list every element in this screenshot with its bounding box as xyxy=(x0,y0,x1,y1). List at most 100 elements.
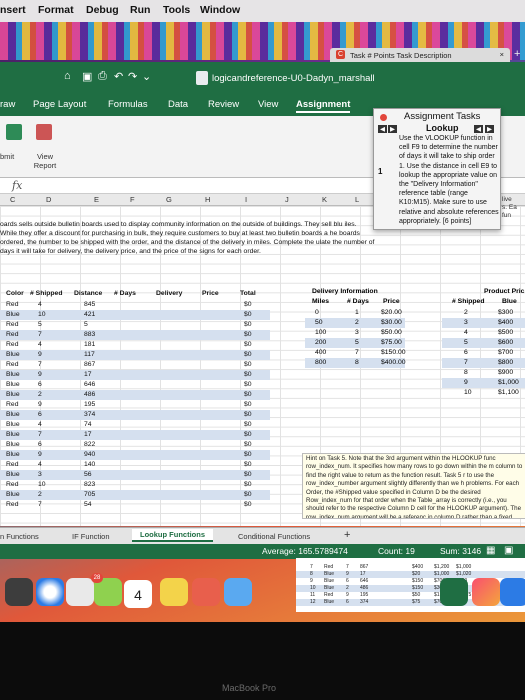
column-header[interactable]: E xyxy=(94,195,99,204)
table-cell[interactable]: 10 xyxy=(38,311,46,318)
table-cell[interactable]: $0 xyxy=(244,321,252,328)
table-cell[interactable]: 140 xyxy=(84,461,95,468)
table-cell[interactable]: $800 xyxy=(498,359,513,366)
table-cell[interactable]: Blue xyxy=(6,491,20,498)
table-row[interactable]: Blue 10 421 $0 xyxy=(0,310,270,320)
hint-text-box[interactable]: Hint on Task 5. Note that the 3rd argume… xyxy=(302,453,525,519)
table-cell[interactable]: 705 xyxy=(84,491,95,498)
table-cell[interactable]: 5 xyxy=(84,321,88,328)
table-cell[interactable]: 2 xyxy=(38,391,42,398)
table-cell[interactable]: 6 xyxy=(38,441,42,448)
table-cell[interactable]: 9 xyxy=(38,371,42,378)
customize-toolbar-icon[interactable]: ⌄ xyxy=(142,70,151,83)
table-cell[interactable]: Blue xyxy=(6,371,20,378)
view-report-button[interactable]: View Report xyxy=(30,152,60,170)
table-cell[interactable]: 845 xyxy=(84,301,95,308)
table-cell[interactable]: 17 xyxy=(84,371,92,378)
table-cell[interactable]: 10 xyxy=(38,481,46,488)
table-cell[interactable]: 6 xyxy=(38,411,42,418)
table-cell[interactable]: 8 xyxy=(464,369,468,376)
table-row[interactable]: 5 $600 xyxy=(442,338,525,348)
table-cell[interactable]: $1,000 xyxy=(498,379,519,386)
menu-tools[interactable]: Tools xyxy=(163,4,190,16)
sheet-tab-functions[interactable]: n Functions xyxy=(0,532,39,541)
table-row[interactable]: Blue 9 117 $0 xyxy=(0,350,270,360)
table-cell[interactable]: 421 xyxy=(84,311,95,318)
function-icon[interactable]: fx xyxy=(12,179,22,192)
redo-icon[interactable]: ↷ xyxy=(128,70,137,83)
mail-icon[interactable] xyxy=(224,578,252,606)
table-cell[interactable]: Red xyxy=(6,361,18,368)
calendar-icon[interactable]: 4 xyxy=(124,580,152,608)
table-cell[interactable]: $0 xyxy=(244,501,252,508)
tab-page-layout[interactable]: Page Layout xyxy=(33,99,86,110)
table-cell[interactable]: 823 xyxy=(84,481,95,488)
column-header[interactable]: L xyxy=(355,195,359,204)
table-row[interactable]: 400 7 $150.00 xyxy=(305,348,406,358)
table-cell[interactable]: $0 xyxy=(244,481,252,488)
new-tab-button[interactable]: + xyxy=(514,48,520,60)
table-row[interactable]: Red 9 195 $0 xyxy=(0,400,270,410)
table-cell[interactable]: $0 xyxy=(244,471,252,478)
table-cell[interactable]: $0 xyxy=(244,361,252,368)
table-cell[interactable]: 4 xyxy=(38,301,42,308)
tab-view[interactable]: View xyxy=(258,99,278,110)
sheet-tab-conditional-functions[interactable]: Conditional Functions xyxy=(238,532,310,541)
table-cell[interactable]: 54 xyxy=(84,501,92,508)
sheet-tab-lookup-functions[interactable]: Lookup Functions xyxy=(132,529,213,542)
table-row[interactable]: Blue 7 17 $0 xyxy=(0,430,270,440)
table-row[interactable]: Blue 6 822 $0 xyxy=(0,440,270,450)
table-row[interactable]: Blue 6 646 $0 xyxy=(0,380,270,390)
table-row[interactable]: Blue 9 940 $0 xyxy=(0,450,270,460)
table-cell[interactable]: Blue xyxy=(6,441,20,448)
table-cell[interactable]: $0 xyxy=(244,451,252,458)
table-cell[interactable]: Blue xyxy=(6,451,20,458)
table-cell[interactable]: 4 xyxy=(38,461,42,468)
table-cell[interactable]: $50.00 xyxy=(381,329,402,336)
table-cell[interactable]: 9 xyxy=(464,379,468,386)
notes-icon[interactable] xyxy=(160,578,188,606)
table-row[interactable]: 4 $500 xyxy=(442,328,525,338)
tab-review[interactable]: Review xyxy=(208,99,239,110)
column-header[interactable]: K xyxy=(322,195,327,204)
page-layout-view-icon[interactable]: ▣ xyxy=(504,545,513,556)
table-cell[interactable]: 7 xyxy=(38,331,42,338)
siri-icon[interactable] xyxy=(5,578,33,606)
table-cell[interactable]: 646 xyxy=(84,381,95,388)
table-row[interactable]: Red 4 181 $0 xyxy=(0,340,270,350)
next-task-button[interactable]: ▶ xyxy=(388,125,397,133)
table-cell[interactable]: 4 xyxy=(464,329,468,336)
table-cell[interactable]: 117 xyxy=(84,351,95,358)
table-cell[interactable]: $0 xyxy=(244,461,252,468)
table-cell[interactable]: $20.00 xyxy=(381,309,402,316)
table-cell[interactable]: $0 xyxy=(244,351,252,358)
tab-assignment[interactable]: Assignment xyxy=(296,99,351,113)
submit-icon[interactable] xyxy=(6,124,22,140)
tab-formulas[interactable]: Formulas xyxy=(108,99,148,110)
table-cell[interactable]: 17 xyxy=(84,431,92,438)
table-cell[interactable]: Red xyxy=(6,331,18,338)
table-row[interactable]: 2 $300 xyxy=(442,308,525,318)
table-row[interactable]: 200 5 $75.00 xyxy=(305,338,405,348)
column-header[interactable]: C xyxy=(10,195,15,204)
table-cell[interactable]: $0 xyxy=(244,391,252,398)
table-cell[interactable]: 1 xyxy=(355,309,359,316)
table-cell[interactable]: $0 xyxy=(244,421,252,428)
table-cell[interactable]: Blue xyxy=(6,381,20,388)
table-cell[interactable]: 9 xyxy=(38,401,42,408)
print-icon[interactable]: ⎙ xyxy=(98,70,107,83)
column-header[interactable]: D xyxy=(46,195,51,204)
app-store-icon[interactable] xyxy=(500,578,525,606)
table-cell[interactable]: $1,100 xyxy=(498,389,519,396)
column-header[interactable]: I xyxy=(245,195,247,204)
table-cell[interactable]: 7 xyxy=(464,359,468,366)
excel-icon[interactable] xyxy=(440,578,468,606)
table-cell[interactable]: $75.00 xyxy=(381,339,402,346)
table-cell[interactable]: 50 xyxy=(315,319,323,326)
table-cell[interactable]: Blue xyxy=(6,431,20,438)
view-report-icon[interactable] xyxy=(36,124,52,140)
finder-icon[interactable] xyxy=(66,578,94,606)
table-cell[interactable]: $0 xyxy=(244,381,252,388)
table-cell[interactable]: $500 xyxy=(498,329,513,336)
table-row[interactable]: 50 2 $30.00 xyxy=(305,318,405,328)
